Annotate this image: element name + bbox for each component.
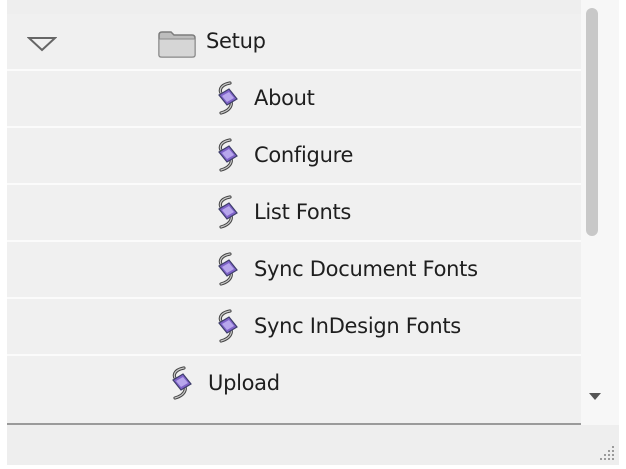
script-label: List Fonts <box>254 200 352 224</box>
script-icon <box>167 366 195 400</box>
disclosure-triangle-icon[interactable] <box>27 36 57 52</box>
tree-row-about[interactable]: About <box>7 71 581 128</box>
script-icon <box>213 195 241 229</box>
tree-row-configure[interactable]: Configure <box>7 128 581 185</box>
script-label: Configure <box>254 143 354 167</box>
script-label: About <box>254 86 315 110</box>
script-icon <box>213 309 241 343</box>
script-label: Sync InDesign Fonts <box>254 314 461 338</box>
folder-icon <box>158 31 196 58</box>
script-icon <box>213 252 241 286</box>
script-label: Upload <box>208 371 280 395</box>
folder-label: Setup <box>206 29 266 53</box>
script-icon <box>213 138 241 172</box>
script-icon <box>213 81 241 115</box>
vertical-scrollbar[interactable] <box>581 0 619 425</box>
tree-row-list-fonts[interactable]: List Fonts <box>7 185 581 242</box>
tree-row-sync-document-fonts[interactable]: Sync Document Fonts <box>7 242 581 299</box>
tree-row-upload[interactable]: Upload <box>7 356 581 413</box>
tree-row-sync-indesign-fonts[interactable]: Sync InDesign Fonts <box>7 299 581 356</box>
scrollbar-thumb[interactable] <box>586 8 598 236</box>
script-label: Sync Document Fonts <box>254 257 478 281</box>
scripts-panel: Setup About Configure List Fonts Sync Do… <box>7 0 619 465</box>
tree-row-setup[interactable]: Setup <box>7 14 581 71</box>
resize-grip-icon[interactable] <box>594 440 616 462</box>
scroll-down-arrow-icon[interactable] <box>589 393 601 400</box>
divider <box>7 423 581 425</box>
scripts-tree: Setup About Configure List Fonts Sync Do… <box>7 14 581 425</box>
